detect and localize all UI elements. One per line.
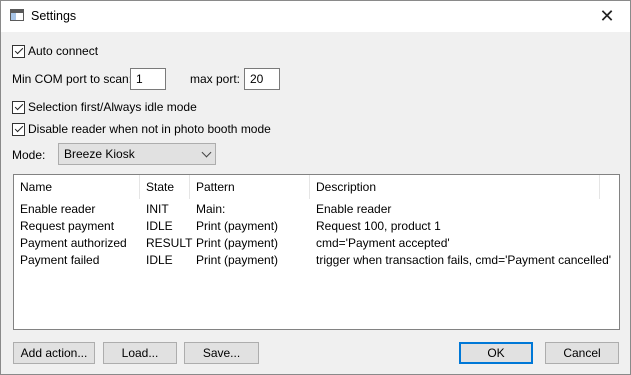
cancel-button[interactable]: Cancel <box>545 342 619 364</box>
window-icon <box>10 9 24 21</box>
cell-description: Enable reader <box>316 202 392 216</box>
load-button[interactable]: Load... <box>103 342 177 364</box>
cell-pattern: Print (payment) <box>196 236 279 250</box>
max-port-label: max port: <box>190 72 241 86</box>
close-button[interactable]: ✕ <box>584 1 630 32</box>
mode-selected-value: Breeze Kiosk <box>64 147 135 161</box>
cell-state: INIT <box>146 202 169 216</box>
cell-name: Payment authorized <box>20 236 127 250</box>
mode-select[interactable]: Breeze Kiosk <box>58 143 216 165</box>
selection-first-checkbox[interactable]: Selection first/Always idle mode <box>12 100 197 114</box>
table-row[interactable]: Payment authorized RESULT Print (payment… <box>14 235 619 252</box>
cell-pattern: Main: <box>196 202 226 216</box>
cell-description: trigger when transaction fails, cmd='Pay… <box>316 253 612 267</box>
table-row[interactable]: Enable reader INIT Main: Enable reader <box>14 201 619 218</box>
max-port-input[interactable]: 20 <box>244 68 280 90</box>
auto-connect-label: Auto connect <box>28 44 99 58</box>
auto-connect-checkbox[interactable]: Auto connect <box>12 44 98 58</box>
save-button[interactable]: Save... <box>184 342 259 364</box>
table-row[interactable]: Request payment IDLE Print (payment) Req… <box>14 218 619 235</box>
add-action-button[interactable]: Add action... <box>13 342 95 364</box>
cell-pattern: Print (payment) <box>196 253 279 267</box>
cell-pattern: Print (payment) <box>196 219 279 233</box>
checkbox-checked-icon[interactable] <box>12 100 25 114</box>
title-bar: Settings ✕ <box>1 1 630 32</box>
checkbox-checked-icon[interactable] <box>12 44 25 58</box>
cell-state: IDLE <box>146 253 173 267</box>
column-header-name[interactable]: Name <box>14 175 140 199</box>
window-title: Settings <box>31 9 77 23</box>
column-header-pattern[interactable]: Pattern <box>190 175 310 199</box>
cell-state: IDLE <box>146 219 173 233</box>
disable-reader-label: Disable reader when not in photo booth m… <box>28 122 271 136</box>
actions-list[interactable]: Name State Pattern Description Enable re… <box>13 174 620 330</box>
column-header-state[interactable]: State <box>140 175 190 199</box>
cell-description: cmd='Payment accepted' <box>316 236 450 250</box>
cell-state: RESULT <box>146 236 193 250</box>
cell-name: Payment failed <box>20 253 100 267</box>
disable-reader-checkbox[interactable]: Disable reader when not in photo booth m… <box>12 122 271 136</box>
table-row[interactable]: Payment failed IDLE Print (payment) trig… <box>14 252 619 269</box>
mode-label: Mode: <box>12 148 46 162</box>
column-header-filler <box>600 175 619 199</box>
checkbox-checked-icon[interactable] <box>12 122 25 136</box>
selection-first-label: Selection first/Always idle mode <box>28 100 197 114</box>
cell-description: Request 100, product 1 <box>316 219 441 233</box>
column-header-description[interactable]: Description <box>310 175 600 199</box>
min-com-port-input[interactable]: 1 <box>130 68 166 90</box>
cell-name: Enable reader <box>20 202 96 216</box>
list-header: Name State Pattern Description <box>14 175 619 199</box>
cell-name: Request payment <box>20 219 115 233</box>
min-com-port-label: Min COM port to scan: <box>12 72 133 86</box>
ok-button[interactable]: OK <box>459 342 533 364</box>
settings-dialog: Settings ✕ Auto connect Min COM port to … <box>0 0 631 375</box>
chevron-down-icon[interactable] <box>201 147 212 158</box>
